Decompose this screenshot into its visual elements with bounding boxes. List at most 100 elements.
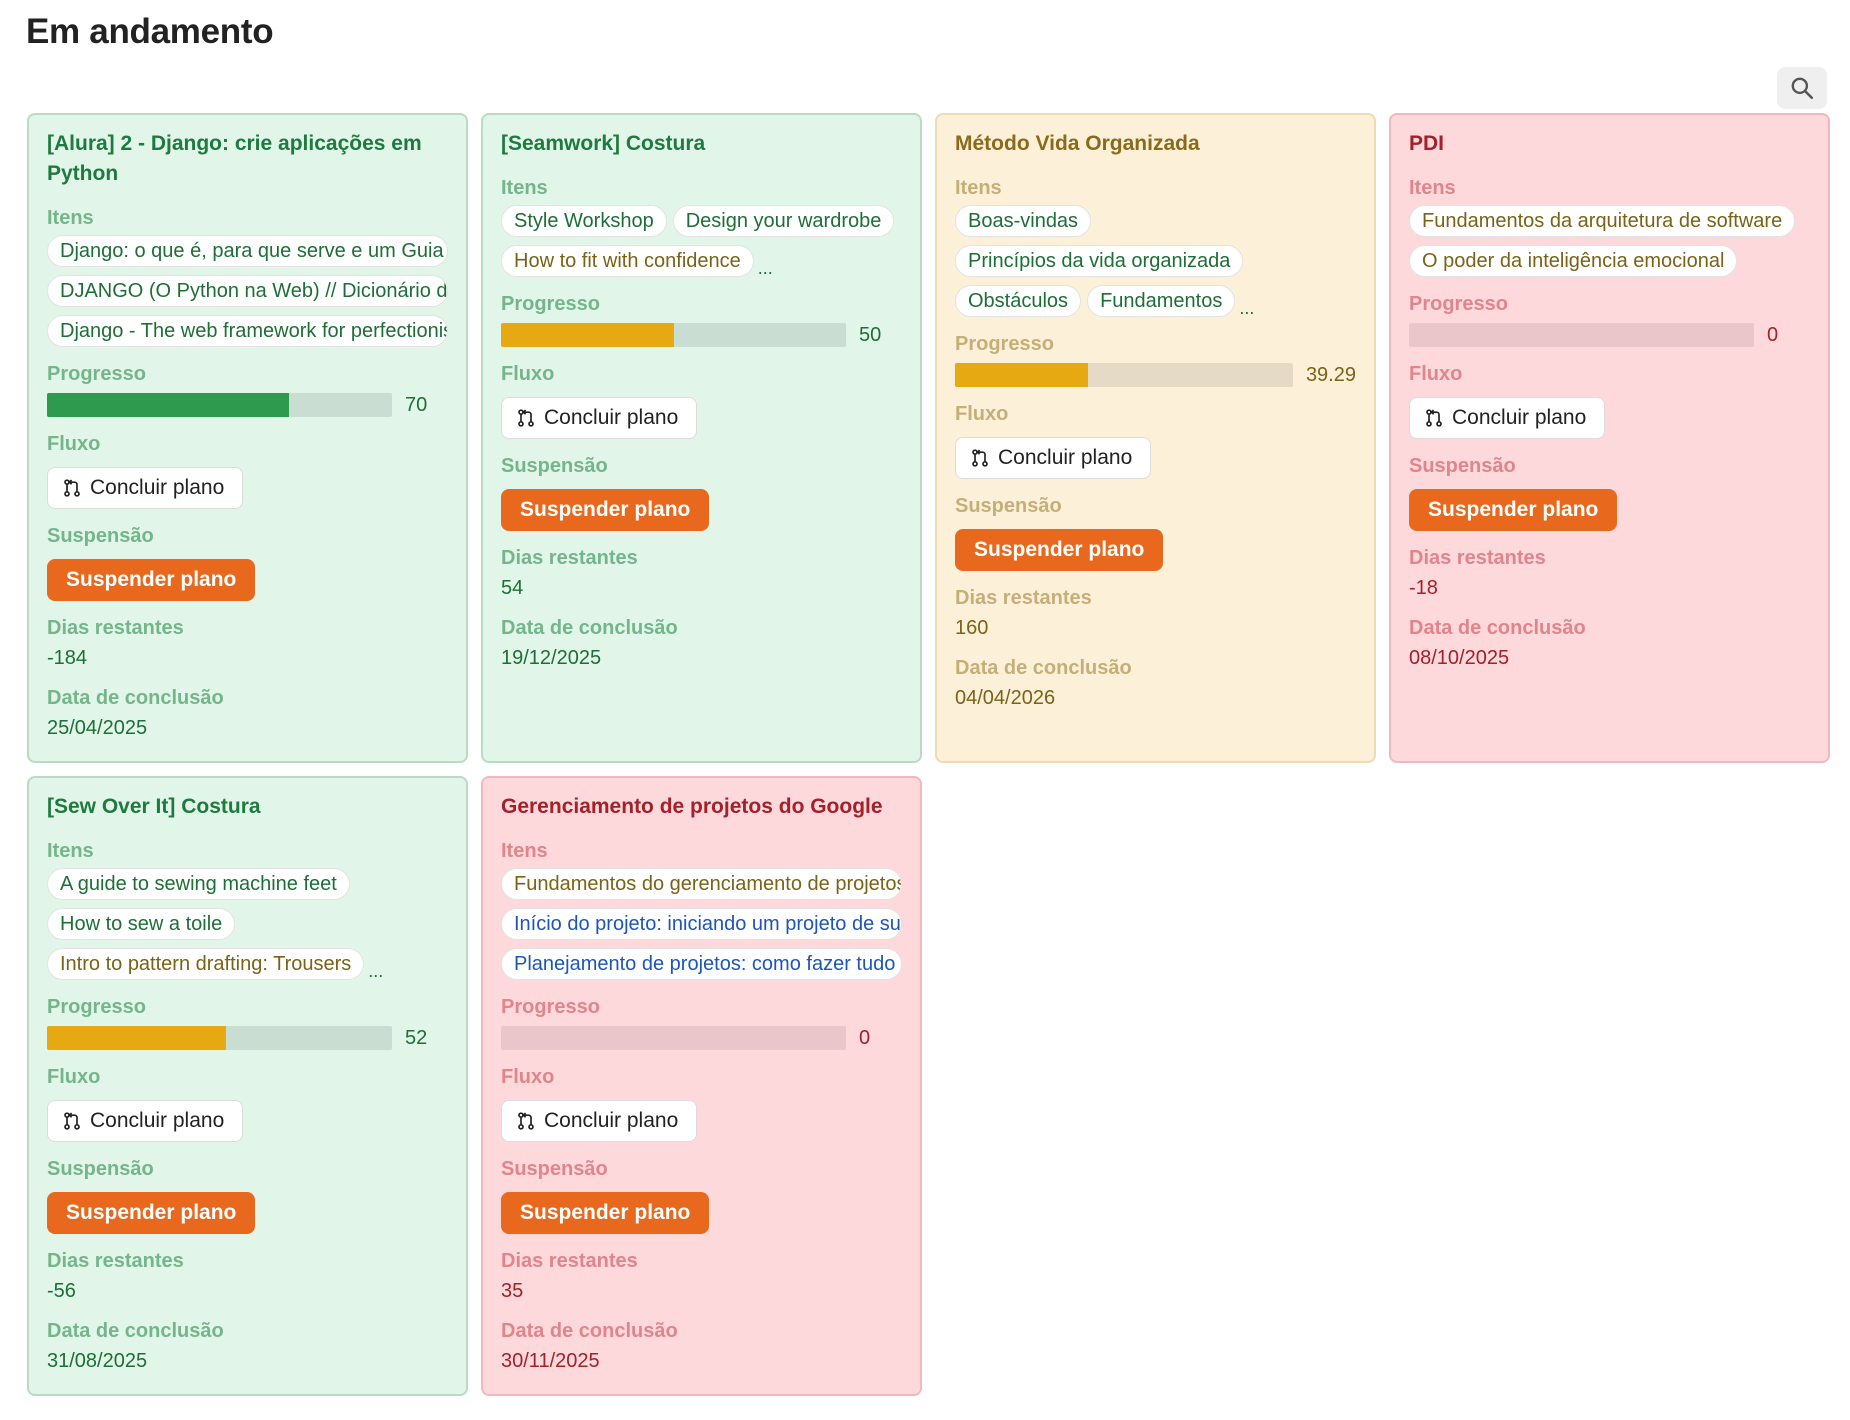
progress-value: 39.29 xyxy=(1305,363,1356,386)
plan-card[interactable]: [Alura] 2 - Django: crie aplicações em P… xyxy=(27,113,468,763)
completion-date-label: Data de conclusão xyxy=(47,1320,224,1342)
plan-card[interactable]: Gerenciamento de projetos do Google Itens… xyxy=(481,776,922,1396)
progress-fill xyxy=(47,393,289,417)
item-chip[interactable]: Fundamentos da arquitetura de software xyxy=(1409,205,1796,237)
card-title[interactable]: [Alura] 2 - Django: crie aplicações em P… xyxy=(47,129,448,189)
complete-plan-label: Concluir plano xyxy=(544,406,679,429)
suspension-label: Suspensão xyxy=(501,1158,608,1180)
days-left-value: 54 xyxy=(501,577,524,599)
card-title[interactable]: Gerenciamento de projetos do Google xyxy=(501,792,902,822)
item-chip[interactable]: Style Workshop xyxy=(501,205,667,237)
progress-fill xyxy=(955,363,1088,387)
suspend-plan-button[interactable]: Suspender plano xyxy=(1409,489,1618,531)
progress-row: 39.29 xyxy=(955,363,1356,387)
suspension-label: Suspensão xyxy=(47,525,154,547)
card-title[interactable]: PDI xyxy=(1409,129,1810,159)
plans-grid: [Alura] 2 - Django: crie aplicações em P… xyxy=(27,113,1837,1396)
days-left-label: Dias restantes xyxy=(1409,547,1546,569)
card-title[interactable]: [Sew Over It] Costura xyxy=(47,792,448,822)
plan-card-wrapper: [Seamwork] Costura Itens Style Workshop Des… xyxy=(481,113,922,763)
card-title[interactable]: Método Vida Organizada xyxy=(955,129,1356,159)
card-title[interactable]: [Seamwork] Costura xyxy=(501,129,902,159)
item-chip[interactable]: Fundamentos do gerenciamento de projetos xyxy=(501,868,902,900)
suspend-plan-button[interactable]: Suspender plano xyxy=(955,529,1164,571)
flow-label: Fluxo xyxy=(501,1066,555,1088)
suspend-plan-button[interactable]: Suspender plano xyxy=(47,559,256,601)
progress-bar xyxy=(955,363,1293,387)
progress-row: 52 xyxy=(47,1026,448,1050)
suspension-label: Suspensão xyxy=(1409,455,1516,477)
plan-card-wrapper: [Alura] 2 - Django: crie aplicações em P… xyxy=(27,113,468,763)
git-merge-icon xyxy=(972,449,988,467)
suspend-plan-button[interactable]: Suspender plano xyxy=(501,489,710,531)
complete-plan-label: Concluir plano xyxy=(90,476,225,499)
complete-plan-button[interactable]: Concluir plano xyxy=(501,397,698,439)
progress-value: 50 xyxy=(859,323,882,346)
plan-card[interactable]: [Seamwork] Costura Itens Style Workshop Des… xyxy=(481,113,922,763)
complete-plan-button[interactable]: Concluir plano xyxy=(955,437,1152,479)
git-merge-icon xyxy=(64,1112,80,1130)
days-left-value: -56 xyxy=(47,1280,76,1302)
item-chip[interactable]: A guide to sewing machine feet xyxy=(47,868,350,900)
plan-card[interactable]: [Sew Over It] Costura Itens A guide to sew… xyxy=(27,776,468,1396)
days-left-value: -18 xyxy=(1409,577,1438,599)
flow-label: Fluxo xyxy=(47,1066,101,1088)
item-chip[interactable]: Planejamento de projetos: como fazer tud… xyxy=(501,948,902,980)
flow-label: Fluxo xyxy=(955,403,1009,425)
progress-value: 0 xyxy=(859,1026,871,1049)
more-items-indicator[interactable]: ... xyxy=(368,962,383,980)
item-chip[interactable]: How to fit with confidence xyxy=(501,245,754,277)
plan-card[interactable]: PDI Itens Fundamentos da arquitetura de so… xyxy=(1389,113,1830,763)
complete-plan-button[interactable]: Concluir plano xyxy=(501,1100,698,1142)
git-merge-icon xyxy=(64,479,80,497)
flow-label: Fluxo xyxy=(501,363,555,385)
item-chip[interactable]: Fundamentos xyxy=(1087,285,1236,317)
complete-plan-button[interactable]: Concluir plano xyxy=(47,1100,244,1142)
completion-date-value: 08/10/2025 xyxy=(1409,647,1510,669)
complete-plan-button[interactable]: Concluir plano xyxy=(47,467,244,509)
plan-card-wrapper: PDI Itens Fundamentos da arquitetura de so… xyxy=(1389,113,1830,763)
items-list: A guide to sewing machine feet How to sew… xyxy=(47,868,448,980)
item-chip[interactable]: Django - The web framework for perfectio… xyxy=(47,315,448,347)
completion-date-label: Data de conclusão xyxy=(47,687,224,709)
progress-bar xyxy=(501,1026,846,1050)
completion-date-label: Data de conclusão xyxy=(1409,617,1586,639)
git-merge-icon xyxy=(1426,409,1442,427)
completion-date-value: 30/11/2025 xyxy=(501,1350,600,1372)
progress-label: Progresso xyxy=(47,996,146,1018)
more-items-indicator[interactable]: ... xyxy=(1239,299,1254,317)
item-chip[interactable]: Início do projeto: iniciando um projeto … xyxy=(501,908,902,940)
days-left-value: -184 xyxy=(47,647,88,669)
progress-label: Progresso xyxy=(47,363,146,385)
suspension-label: Suspensão xyxy=(47,1158,154,1180)
item-chip[interactable]: DJANGO (O Python na Web) // Dicionário d… xyxy=(47,275,448,307)
progress-label: Progresso xyxy=(1409,293,1508,315)
suspend-plan-button[interactable]: Suspender plano xyxy=(47,1192,256,1234)
item-chip[interactable]: How to sew a toile xyxy=(47,908,236,940)
item-chip[interactable]: Princípios da vida organizada xyxy=(955,245,1244,277)
suspend-plan-button[interactable]: Suspender plano xyxy=(501,1192,710,1234)
git-merge-icon xyxy=(518,409,534,427)
search-button[interactable] xyxy=(1777,67,1827,109)
plan-card-wrapper: Gerenciamento de projetos do Google Itens… xyxy=(481,776,922,1396)
item-chip[interactable]: Django: o que é, para que serve e um Gui… xyxy=(47,235,448,267)
more-items-indicator[interactable]: ... xyxy=(758,259,773,277)
flow-label: Fluxo xyxy=(1409,363,1463,385)
items-list: Boas-vindas Princípios da vida organizada… xyxy=(955,205,1356,317)
completion-date-label: Data de conclusão xyxy=(955,657,1132,679)
item-chip[interactable]: Design your wardrobe xyxy=(672,205,895,237)
complete-plan-label: Concluir plano xyxy=(998,446,1133,469)
item-chip[interactable]: Boas-vindas xyxy=(955,205,1092,237)
item-chip[interactable]: Obstáculos xyxy=(955,285,1082,317)
complete-plan-button[interactable]: Concluir plano xyxy=(1409,397,1606,439)
suspension-label: Suspensão xyxy=(501,455,608,477)
completion-date-value: 04/04/2026 xyxy=(955,687,1056,709)
item-chip[interactable]: Intro to pattern drafting: Trousers xyxy=(47,948,365,980)
plan-card[interactable]: Método Vida Organizada Itens Boas-vindas Pr… xyxy=(935,113,1376,763)
git-merge-icon xyxy=(518,1112,534,1130)
item-chip[interactable]: O poder da inteligência emocional xyxy=(1409,245,1738,277)
items-label: Itens xyxy=(501,177,548,199)
completion-date-value: 31/08/2025 xyxy=(47,1350,148,1372)
items-label: Itens xyxy=(47,207,94,229)
days-left-label: Dias restantes xyxy=(501,1250,638,1272)
